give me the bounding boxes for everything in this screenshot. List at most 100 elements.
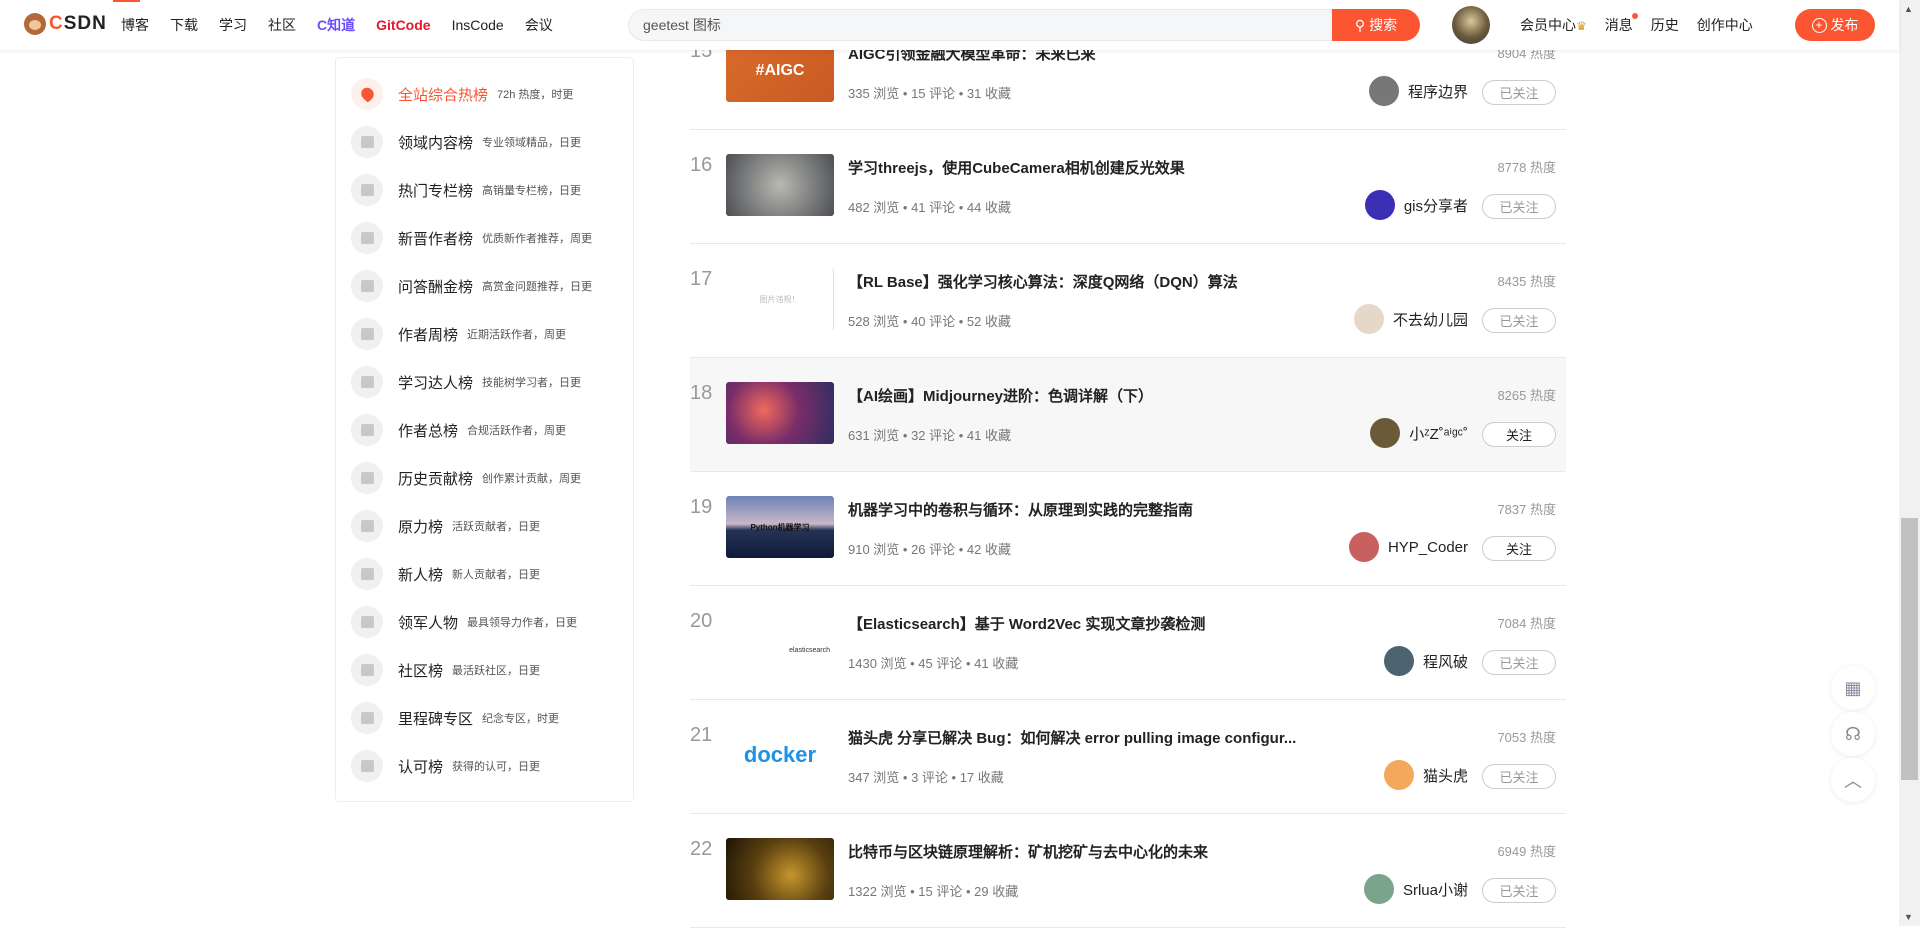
- sidebar-item[interactable]: 里程碑专区 纪念专区，时更: [351, 702, 559, 734]
- author-name[interactable]: 不去幼儿园: [1393, 309, 1468, 330]
- article-thumbnail[interactable]: 图片违规！: [726, 268, 834, 330]
- sidebar-item[interactable]: 原力榜 活跃贡献者，日更: [351, 510, 540, 542]
- author-name[interactable]: gis分享者: [1404, 195, 1468, 216]
- heat-score: 6949 热度: [1497, 844, 1556, 859]
- customer-service-button[interactable]: ☊: [1831, 712, 1875, 756]
- author-name[interactable]: 程序边界: [1408, 81, 1468, 102]
- author[interactable]: Srlua小谢: [1363, 874, 1468, 904]
- author-name[interactable]: 小ᶻZ˚ᵃⁱᵍᶜ˚: [1409, 423, 1468, 444]
- article-title[interactable]: 猫头虎 分享已解决 Bug：如何解决 error pulling image c…: [848, 727, 1296, 748]
- back-to-top-button[interactable]: ︿: [1831, 758, 1875, 802]
- thumbnail-text: Python机器学习: [750, 522, 810, 532]
- follow-button[interactable]: 已关注: [1482, 80, 1556, 105]
- author[interactable]: gis分享者: [1364, 190, 1468, 220]
- ranking-icon: [351, 174, 383, 206]
- scrollbar[interactable]: ▲ ▼: [1899, 0, 1920, 926]
- scroll-up-arrow-icon[interactable]: ▲: [1904, 4, 1913, 14]
- sidebar-item[interactable]: 学习达人榜 技能树学习者，日更: [351, 366, 581, 398]
- sidebar-item[interactable]: 认可榜 获得的认可，日更: [351, 750, 540, 782]
- nav-blog[interactable]: 博客: [121, 15, 149, 35]
- sidebar-item[interactable]: 全站综合热榜 72h 热度，时更: [351, 78, 573, 110]
- sidebar-item[interactable]: 新晋作者榜 优质新作者推荐，周更: [351, 222, 592, 254]
- author[interactable]: 程序边界: [1368, 76, 1468, 106]
- nav-inscode[interactable]: InsCode: [452, 17, 504, 33]
- author-name[interactable]: 猫头虎: [1423, 765, 1468, 786]
- qr-code-button[interactable]: ▦: [1831, 666, 1875, 710]
- nav-community[interactable]: 社区: [268, 15, 296, 35]
- scroll-down-arrow-icon[interactable]: ▼: [1904, 912, 1913, 922]
- nav-learn[interactable]: 学习: [219, 15, 247, 35]
- article-row[interactable]: 19 Python机器学习 机器学习中的卷积与循环：从原理到实践的完整指南 91…: [690, 472, 1566, 586]
- article-title[interactable]: 机器学习中的卷积与循环：从原理到实践的完整指南: [848, 499, 1193, 520]
- sidebar-item[interactable]: 领域内容榜 专业领域精品，日更: [351, 126, 581, 158]
- messages-link[interactable]: 消息: [1605, 13, 1638, 35]
- article-row[interactable]: 18 【AI绘画】Midjourney进阶：色调详解（下） 631 浏览 • 3…: [690, 358, 1566, 472]
- article-thumbnail[interactable]: Python机器学习: [726, 496, 834, 558]
- nav-gitcode[interactable]: GitCode: [376, 17, 430, 33]
- nav-c-zhidao[interactable]: C知道: [317, 15, 355, 35]
- article-stats: 482 浏览 • 41 评论 • 44 收藏: [848, 200, 1011, 215]
- author-name[interactable]: Srlua小谢: [1403, 879, 1468, 900]
- article-thumbnail[interactable]: [726, 382, 834, 444]
- author-avatar[interactable]: [1370, 418, 1401, 448]
- author[interactable]: 程风破: [1383, 646, 1468, 676]
- sidebar-item[interactable]: 社区榜 最活跃社区，日更: [351, 654, 540, 686]
- author[interactable]: 猫头虎: [1383, 760, 1468, 790]
- sidebar-item[interactable]: 历史贡献榜 创作累计贡献，周更: [351, 462, 581, 494]
- nav-meeting[interactable]: 会议: [525, 15, 553, 35]
- follow-button[interactable]: 已关注: [1482, 308, 1556, 333]
- follow-button[interactable]: 已关注: [1482, 194, 1556, 219]
- ranking-sidebar: 全站综合热榜 72h 热度，时更 领域内容榜 专业领域精品，日更 热门专栏榜 高销量专栏榜…: [335, 57, 634, 802]
- article-title[interactable]: 【RL Base】强化学习核心算法：深度Q网络（DQN）算法: [848, 271, 1238, 292]
- author-avatar[interactable]: [1353, 304, 1384, 334]
- sidebar-item[interactable]: 问答酬金榜 高赏金问题推荐，日更: [351, 270, 592, 302]
- follow-button[interactable]: 已关注: [1482, 878, 1556, 903]
- sidebar-item-title: 作者周榜: [398, 326, 459, 344]
- user-avatar[interactable]: [1452, 6, 1490, 44]
- vip-center-link[interactable]: 会员中心♛: [1520, 15, 1587, 35]
- author-name[interactable]: HYP_Coder: [1388, 539, 1468, 556]
- author-avatar[interactable]: [1364, 190, 1395, 220]
- article-row[interactable]: 16 学习threejs，使用CubeCamera相机创建反光效果 482 浏览…: [690, 130, 1566, 244]
- csdn-logo[interactable]: CSDN: [24, 13, 107, 35]
- author[interactable]: HYP_Coder: [1348, 532, 1468, 562]
- publish-button[interactable]: + 发布: [1795, 9, 1875, 41]
- author-avatar[interactable]: [1368, 76, 1399, 106]
- author-avatar[interactable]: [1383, 760, 1414, 790]
- article-thumbnail[interactable]: docker: [726, 724, 834, 786]
- author[interactable]: 小ᶻZ˚ᵃⁱᵍᶜ˚: [1370, 418, 1468, 448]
- article-thumbnail[interactable]: elasticsearch: [726, 610, 834, 672]
- sidebar-item[interactable]: 新人榜 新人贡献者，日更: [351, 558, 540, 590]
- article-title[interactable]: 【AI绘画】Midjourney进阶：色调详解（下）: [848, 385, 1153, 406]
- search-button[interactable]: ⚲ 搜索: [1332, 9, 1420, 41]
- scrollbar-thumb[interactable]: [1901, 518, 1918, 780]
- search-input[interactable]: [628, 9, 1332, 41]
- article-row[interactable]: 20 elasticsearch 【Elasticsearch】基于 Word2…: [690, 586, 1566, 700]
- main-nav: 博客 下载 学习 社区 C知道 GitCode InsCode 会议: [121, 0, 553, 50]
- article-thumbnail[interactable]: [726, 154, 834, 216]
- author-avatar[interactable]: [1363, 874, 1394, 904]
- article-row[interactable]: 21 docker 猫头虎 分享已解决 Bug：如何解决 error pulli…: [690, 700, 1566, 814]
- follow-button[interactable]: 关注: [1482, 422, 1556, 447]
- author-avatar[interactable]: [1383, 646, 1414, 676]
- author-name[interactable]: 程风破: [1423, 651, 1468, 672]
- follow-button[interactable]: 关注: [1482, 536, 1556, 561]
- nav-download[interactable]: 下载: [170, 15, 198, 35]
- sidebar-item[interactable]: 领军人物 最具领导力作者，日更: [351, 606, 577, 638]
- author-avatar[interactable]: [1348, 532, 1379, 562]
- article-title[interactable]: 【Elasticsearch】基于 Word2Vec 实现文章抄袭检测: [848, 613, 1205, 634]
- sidebar-item[interactable]: 作者周榜 近期活跃作者，周更: [351, 318, 566, 350]
- article-title[interactable]: 比特币与区块链原理解析：矿机挖矿与去中心化的未来: [848, 841, 1208, 862]
- creator-center-link[interactable]: 创作中心: [1697, 15, 1753, 35]
- article-row[interactable]: 22 比特币与区块链原理解析：矿机挖矿与去中心化的未来 1322 浏览 • 15…: [690, 814, 1566, 928]
- sidebar-item[interactable]: 作者总榜 合规活跃作者，周更: [351, 414, 566, 446]
- sidebar-item-title: 社区榜: [398, 662, 444, 680]
- history-link[interactable]: 历史: [1651, 15, 1679, 35]
- follow-button[interactable]: 已关注: [1482, 650, 1556, 675]
- follow-button[interactable]: 已关注: [1482, 764, 1556, 789]
- article-title[interactable]: 学习threejs，使用CubeCamera相机创建反光效果: [848, 157, 1185, 178]
- article-row[interactable]: 17 图片违规！ 【RL Base】强化学习核心算法：深度Q网络（DQN）算法 …: [690, 244, 1566, 358]
- author[interactable]: 不去幼儿园: [1353, 304, 1468, 334]
- sidebar-item[interactable]: 热门专栏榜 高销量专栏榜，日更: [351, 174, 581, 206]
- article-thumbnail[interactable]: [726, 838, 834, 900]
